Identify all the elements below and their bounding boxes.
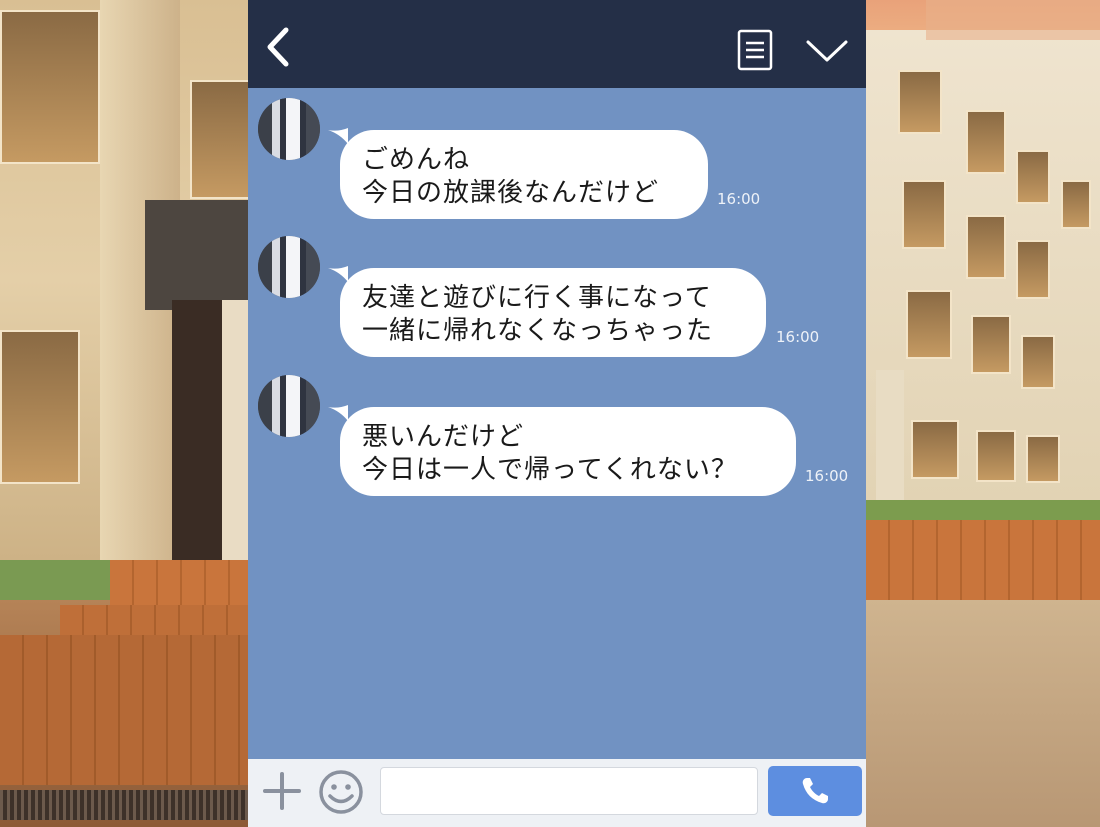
message-bubble: ごめんね 今日の放課後なんだけど — [340, 130, 708, 219]
call-button[interactable] — [768, 766, 862, 816]
message-timestamp: 16:00 — [805, 467, 849, 485]
add-attachment-button[interactable] — [262, 771, 302, 811]
message-input[interactable] — [380, 767, 758, 815]
bubble-tail — [328, 266, 348, 282]
message-text-line: 今日の放課後なんだけど — [362, 178, 660, 208]
message-text-line: 今日は一人で帰ってくれない？ — [362, 455, 738, 485]
chat-screen: ごめんね 今日の放課後なんだけど 16:00 友達と遊びに行く事になって 一緒に… — [248, 0, 866, 827]
avatar[interactable] — [258, 98, 320, 160]
bubble-tail — [328, 405, 348, 421]
chat-header — [248, 0, 866, 88]
message-row: 友達と遊びに行く事になって 一緒に帰れなくなっちゃった 16:00 — [248, 236, 866, 366]
chevron-down-icon — [806, 40, 848, 62]
document-list-icon — [737, 29, 773, 71]
bubble-tail — [328, 128, 348, 144]
message-text-line: 悪いんだけど — [362, 422, 525, 452]
menu-button[interactable] — [736, 28, 774, 72]
message-composer — [248, 759, 866, 827]
message-timestamp: 16:00 — [717, 190, 761, 208]
collapse-button[interactable] — [804, 36, 850, 66]
message-text-line: ごめんね — [362, 145, 471, 175]
phone-icon — [802, 778, 828, 804]
background-school-right — [866, 0, 1100, 827]
message-text-line: 一緒に帰れなくなっちゃった — [362, 316, 714, 346]
message-row: 悪いんだけど 今日は一人で帰ってくれない？ 16:00 — [248, 375, 866, 505]
message-text-line: 友達と遊びに行く事になって — [362, 283, 712, 313]
avatar[interactable] — [258, 375, 320, 437]
plus-icon — [263, 772, 301, 810]
background-school-left — [0, 0, 248, 827]
message-bubble: 友達と遊びに行く事になって 一緒に帰れなくなっちゃった — [340, 268, 766, 357]
back-button[interactable] — [262, 26, 296, 68]
chevron-left-icon — [267, 27, 289, 67]
message-timestamp: 16:00 — [776, 328, 820, 346]
smiley-icon — [319, 770, 363, 814]
avatar[interactable] — [258, 236, 320, 298]
message-row: ごめんね 今日の放課後なんだけど 16:00 — [248, 98, 866, 228]
emoji-button[interactable] — [318, 769, 364, 815]
message-bubble: 悪いんだけど 今日は一人で帰ってくれない？ — [340, 407, 796, 496]
